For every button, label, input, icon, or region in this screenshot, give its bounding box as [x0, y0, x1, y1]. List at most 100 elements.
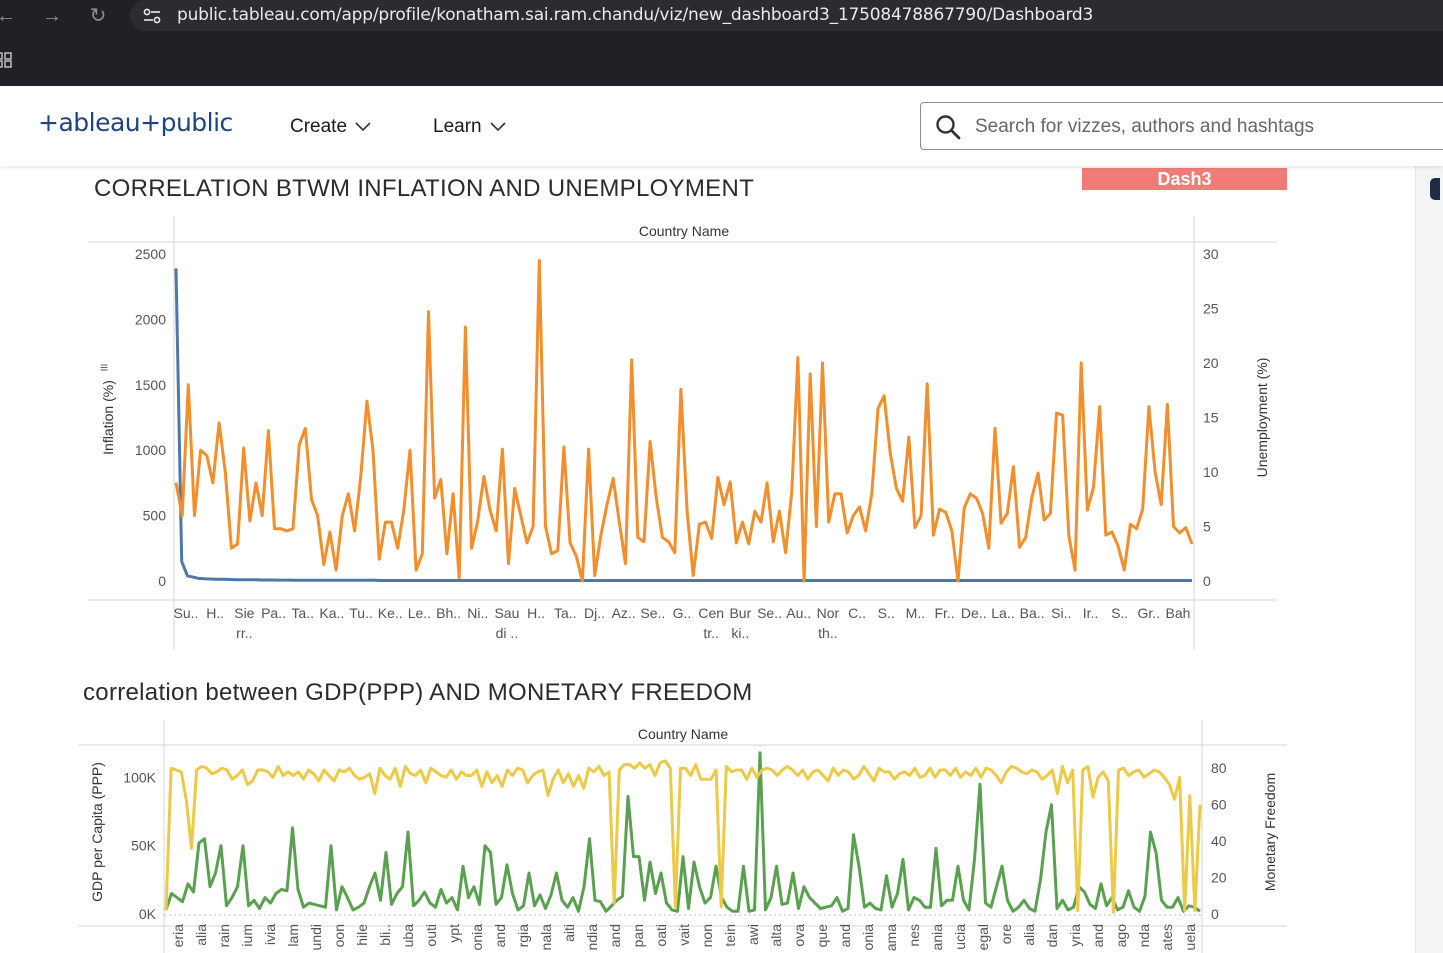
- x-tick-label: Sie: [234, 605, 254, 621]
- y2-tick-label: 25: [1203, 301, 1219, 317]
- x-tick-label: rgia: [515, 924, 531, 948]
- x-tick-label: non: [699, 924, 715, 947]
- chart2-title: correlation between GDP(PPP) AND MONETAR…: [83, 679, 753, 706]
- x-tick-label: onia: [469, 924, 485, 951]
- x-tick-label: Ta..: [291, 605, 314, 621]
- x-tick-label: lam: [285, 924, 301, 947]
- x-tick-label: ago: [1113, 924, 1129, 948]
- search-icon: [936, 115, 961, 140]
- x-tick-label: Ni..: [467, 605, 488, 621]
- x-tick-label: and: [607, 924, 623, 947]
- y2-tick-label: 0: [1203, 573, 1211, 589]
- x-tick-label: egal: [975, 924, 991, 950]
- x-tick-label: Az..: [612, 605, 636, 621]
- x-tick-label: bli..: [377, 924, 393, 946]
- create-menu[interactable]: Create: [290, 116, 371, 138]
- x-tick-label: H..: [206, 605, 224, 621]
- x-tick-label: La..: [991, 605, 1014, 621]
- y-tick-label: 1000: [135, 442, 166, 458]
- y-tick-label: 50K: [131, 838, 157, 854]
- x-tick-label: Tu..: [349, 605, 373, 621]
- sort-icon: ≡: [100, 359, 108, 375]
- x-tick-label: pan: [630, 924, 646, 947]
- y-axis-title: GDP per Capita (PPP): [89, 762, 105, 902]
- x-tick-label: ki..: [731, 625, 749, 641]
- search-input[interactable]: Search for vizzes, authors and hashtags: [975, 116, 1314, 138]
- x-tick-label: uela: [1182, 924, 1198, 951]
- y2-tick-label: 40: [1211, 833, 1227, 849]
- x-tick-label: outi: [423, 924, 439, 947]
- x-tick-label: Nor: [817, 605, 840, 621]
- tableau-header: +ableau+public Create Learn Search for v…: [0, 86, 1443, 166]
- x-tick-label: nala: [538, 924, 554, 951]
- y2-tick-label: 15: [1203, 410, 1219, 426]
- x-tick-label: ucia: [952, 924, 968, 950]
- x-axis-title: Country Name: [638, 726, 728, 742]
- x-tick-label: dan: [1044, 924, 1060, 947]
- x-tick-label: ypt: [446, 924, 462, 943]
- x-tick-label: yria: [1067, 924, 1083, 947]
- x-tick-label: Se..: [757, 605, 782, 621]
- x-tick-label: Bh..: [436, 605, 461, 621]
- x-tick-label: alia: [193, 924, 209, 946]
- x-tick-label: alia: [1021, 924, 1037, 946]
- y-tick-label: 1500: [135, 377, 166, 393]
- x-tick-label: M..: [906, 605, 925, 621]
- x-tick-label: Pa..: [261, 605, 286, 621]
- x-tick-label: Ir..: [1083, 605, 1099, 621]
- learn-menu[interactable]: Learn: [433, 116, 506, 138]
- x-tick-label: awi: [745, 924, 761, 945]
- x-tick-label: aiti: [561, 924, 577, 942]
- x-tick-label: Dj..: [584, 605, 605, 621]
- y2-tick-label: 20: [1211, 870, 1227, 886]
- x-tick-label: eria: [170, 924, 186, 948]
- x-tick-label: Ka..: [319, 605, 344, 621]
- y2-tick-label: 30: [1203, 246, 1219, 262]
- y2-tick-label: 5: [1203, 519, 1211, 535]
- x-tick-label: hile: [354, 924, 370, 946]
- x-tick-label: ndia: [584, 924, 600, 951]
- x-tick-label: vait: [676, 924, 692, 946]
- x-tick-label: ama: [883, 924, 899, 951]
- x-tick-label: Fr..: [934, 605, 954, 621]
- y-tick-label: 100K: [123, 769, 156, 785]
- y2-axis-title: Unemployment (%): [1254, 358, 1270, 478]
- search-box[interactable]: Search for vizzes, authors and hashtags: [920, 102, 1443, 150]
- x-tick-label: Ba..: [1020, 605, 1045, 621]
- y2-tick-label: 20: [1203, 355, 1219, 371]
- x-tick-label: ates: [1159, 924, 1175, 950]
- x-tick-label: H..: [527, 605, 545, 621]
- y2-tick-label: 80: [1211, 760, 1227, 776]
- x-tick-label: Sau: [494, 605, 519, 621]
- create-menu-label: Create: [290, 116, 348, 137]
- y2-axis-title: Monetary Freedom: [1262, 773, 1278, 891]
- y-tick-label: 2000: [135, 311, 166, 327]
- x-tick-label: and: [492, 924, 508, 947]
- x-tick-label: Ta..: [554, 605, 577, 621]
- x-tick-label: Au..: [786, 605, 811, 621]
- x-tick-label: Bur: [729, 605, 751, 621]
- learn-menu-label: Learn: [433, 116, 482, 137]
- x-tick-label: C..: [848, 605, 866, 621]
- x-tick-label: Le..: [408, 605, 431, 621]
- x-tick-label: onia: [860, 924, 876, 951]
- x-tick-label: ium: [239, 924, 255, 947]
- x-tick-label: G..: [673, 605, 692, 621]
- x-tick-label: Bah: [1166, 605, 1191, 621]
- x-tick-label: S..: [878, 605, 895, 621]
- y2-tick-label: 60: [1211, 797, 1227, 813]
- y2-tick-label: 0: [1211, 906, 1219, 922]
- x-tick-label: and: [837, 924, 853, 947]
- x-tick-label: ova: [791, 924, 807, 947]
- y2-tick-label: 10: [1203, 464, 1219, 480]
- series-line-2: [174, 259, 1194, 583]
- tableau-public-logo[interactable]: +ableau+public: [38, 108, 233, 137]
- x-tick-label: rr..: [236, 625, 252, 641]
- x-tick-label: uba: [400, 924, 416, 948]
- x-tick-label: alta: [768, 924, 784, 947]
- x-tick-label: nda: [1136, 924, 1152, 948]
- y-tick-label: 0K: [139, 906, 157, 922]
- x-tick-label: th..: [818, 625, 837, 641]
- x-tick-label: nes: [906, 924, 922, 947]
- x-tick-label: rain: [216, 924, 232, 947]
